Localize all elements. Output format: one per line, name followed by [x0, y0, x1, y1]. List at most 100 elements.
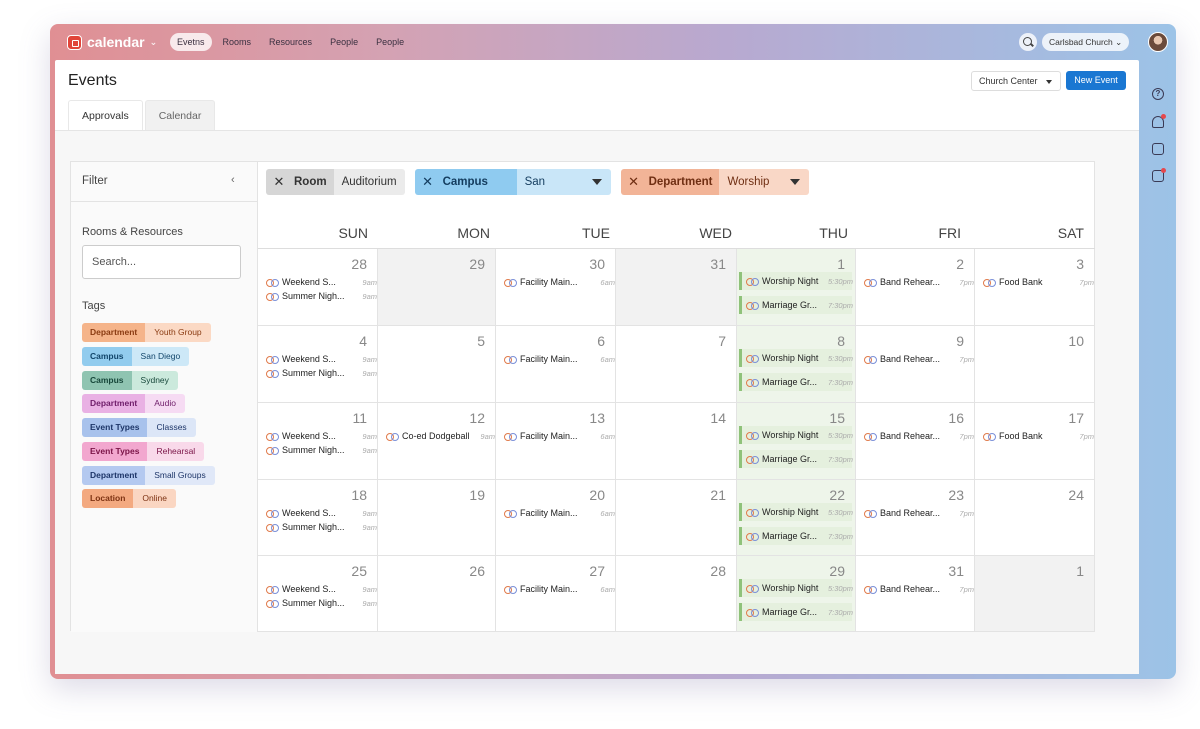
chip-campus-san-diego[interactable]: ✕ Campus San Diego	[414, 169, 611, 195]
org-switcher[interactable]: Carlsbad Church ⌄	[1042, 33, 1130, 51]
day-cell-tue[interactable]: 30 Facility Main... 6am	[496, 249, 616, 326]
day-cell-sat[interactable]: 17 Food Bank 7pm	[975, 403, 1095, 480]
event-band[interactable]: Band Rehear... 7pm	[864, 430, 974, 442]
day-cell-thu[interactable]: 29 Worship Night 5:30pm Marriage Gr... 7:30p…	[737, 556, 856, 632]
event-weekend[interactable]: Weekend S... 9am	[266, 430, 377, 442]
event-marriage[interactable]: Marriage Gr... 7:30pm	[739, 450, 853, 468]
search-input[interactable]: Search...	[82, 245, 241, 279]
day-cell-tue[interactable]: 27 Facility Main... 6am	[496, 556, 616, 632]
day-cell-sat[interactable]: 3 Food Bank 7pm	[975, 249, 1095, 326]
day-cell-sun[interactable]: 4 Weekend S... 9am Summer Nigh... 9am	[258, 326, 378, 403]
event-worship[interactable]: Worship Night 5:30pm	[739, 579, 853, 597]
event-summer[interactable]: Summer Nigh... 9am	[266, 521, 377, 533]
tag-event-types-classes[interactable]: Event Types Classes	[82, 418, 196, 437]
event-food[interactable]: Food Bank 7pm	[983, 430, 1094, 442]
day-cell-fri[interactable]: 23 Band Rehear... 7pm	[856, 480, 975, 556]
event-marriage[interactable]: Marriage Gr... 7:30pm	[739, 296, 853, 314]
event-summer[interactable]: Summer Nigh... 9am	[266, 444, 377, 456]
event-weekend[interactable]: Weekend S... 9am	[266, 353, 377, 365]
event-weekend[interactable]: Weekend S... 9am	[266, 583, 377, 595]
day-cell-mon[interactable]: 29	[378, 249, 496, 326]
tab-approvals[interactable]: Approvals	[68, 100, 143, 130]
tag-location-online[interactable]: Location Online	[82, 489, 176, 508]
tag-department-audio[interactable]: Department Audio	[82, 394, 185, 413]
help-icon[interactable]: ?	[1152, 88, 1164, 100]
event-facility[interactable]: Facility Main... 6am	[504, 507, 615, 519]
day-cell-mon[interactable]: 26	[378, 556, 496, 632]
event-facility[interactable]: Facility Main... 6am	[504, 430, 615, 442]
event-weekend[interactable]: Weekend S... 9am	[266, 276, 377, 288]
event-marriage[interactable]: Marriage Gr... 7:30pm	[739, 603, 853, 621]
church-center-dropdown[interactable]: Church Center	[971, 71, 1061, 91]
day-cell-thu[interactable]: 8 Worship Night 5:30pm Marriage Gr... 7:30pm	[737, 326, 856, 403]
app-logo[interactable]: calendar ⌄	[67, 34, 157, 50]
day-cell-tue[interactable]: 6 Facility Main... 6am	[496, 326, 616, 403]
day-cell-sun[interactable]: 25 Weekend S... 9am Summer Nigh... 9am	[258, 556, 378, 632]
event-worship[interactable]: Worship Night 5:30pm	[739, 503, 853, 521]
event-worship[interactable]: Worship Night 5:30pm	[739, 272, 853, 290]
event-weekend[interactable]: Weekend S... 9am	[266, 507, 377, 519]
tag-department-youth-group[interactable]: Department Youth Group	[82, 323, 211, 342]
tag-campus-san-diego[interactable]: Campus San Diego	[82, 347, 190, 366]
chip-room-auditorium[interactable]: ✕ Room Auditorium	[266, 169, 405, 195]
day-cell-sun[interactable]: 28 Weekend S... 9am Summer Nigh... 9am	[258, 249, 378, 326]
day-cell-sun[interactable]: 11 Weekend S... 9am Summer Nigh... 9am	[258, 403, 378, 480]
tag-event-types-rehearsal[interactable]: Event Types Rehearsal	[82, 442, 205, 461]
tab-calendar[interactable]: Calendar	[144, 100, 216, 130]
nav-item-people[interactable]: People	[323, 33, 365, 51]
day-cell-fri[interactable]: 9 Band Rehear... 7pm	[856, 326, 975, 403]
day-cell-thu[interactable]: 1 Worship Night 5:30pm Marriage Gr... 7:30pm	[737, 249, 856, 326]
close-icon[interactable]: ✕	[266, 169, 292, 195]
event-band[interactable]: Band Rehear... 7pm	[864, 353, 974, 365]
day-cell-wed[interactable]: 7	[616, 326, 737, 403]
day-cell-sat[interactable]: 24	[975, 480, 1095, 556]
day-cell-wed[interactable]: 14	[616, 403, 737, 480]
event-summer[interactable]: Summer Nigh... 9am	[266, 367, 377, 379]
day-cell-thu[interactable]: 22 Worship Night 5:30pm Marriage Gr... 7:30p…	[737, 480, 856, 556]
nav-item-resources[interactable]: Resources	[262, 33, 319, 51]
nav-item-events[interactable]: Evetns	[170, 33, 212, 51]
event-worship[interactable]: Worship Night 5:30pm	[739, 426, 853, 444]
chevron-down-icon[interactable]	[781, 169, 810, 195]
event-facility[interactable]: Facility Main... 6am	[504, 353, 615, 365]
chat-icon[interactable]	[1152, 168, 1166, 182]
event-marriage[interactable]: Marriage Gr... 7:30pm	[739, 373, 853, 391]
day-cell-fri[interactable]: 16 Band Rehear... 7pm	[856, 403, 975, 480]
day-cell-thu[interactable]: 15 Worship Night 5:30pm Marriage Gr... 7:30p…	[737, 403, 856, 480]
nav-item-people-2[interactable]: People	[369, 33, 411, 51]
collapse-chevron-icon[interactable]: ‹	[231, 174, 235, 186]
bell-icon[interactable]	[1152, 114, 1166, 128]
avatar[interactable]	[1148, 32, 1168, 52]
event-summer[interactable]: Summer Nigh... 9am	[266, 597, 377, 609]
day-cell-mon[interactable]: 12 Co-ed Dodgeball 9am	[378, 403, 496, 480]
day-cell-mon[interactable]: 5	[378, 326, 496, 403]
search-icon[interactable]	[1019, 33, 1037, 51]
chevron-down-icon[interactable]	[582, 169, 611, 195]
tag-department-small-groups[interactable]: Department Small Groups	[82, 466, 215, 485]
day-cell-tue[interactable]: 13 Facility Main... 6am	[496, 403, 616, 480]
chip-department-worship[interactable]: ✕ Department Worship	[620, 169, 810, 195]
day-cell-wed[interactable]: 31	[616, 249, 737, 326]
day-cell-tue[interactable]: 20 Facility Main... 6am	[496, 480, 616, 556]
event-band[interactable]: Band Rehear... 7pm	[864, 276, 974, 288]
event-dodgeball[interactable]: Co-ed Dodgeball 9am	[386, 430, 495, 442]
event-band[interactable]: Band Rehear... 7pm	[864, 583, 974, 595]
event-food[interactable]: Food Bank 7pm	[983, 276, 1094, 288]
event-band[interactable]: Band Rehear... 7pm	[864, 507, 974, 519]
event-facility[interactable]: Facility Main... 6am	[504, 276, 615, 288]
day-cell-sat[interactable]: 1	[975, 556, 1095, 632]
event-marriage[interactable]: Marriage Gr... 7:30pm	[739, 527, 853, 545]
tag-campus-sydney[interactable]: Campus Sydney	[82, 371, 178, 390]
clipboard-check-icon[interactable]	[1152, 143, 1164, 155]
event-worship[interactable]: Worship Night 5:30pm	[739, 349, 853, 367]
nav-item-rooms[interactable]: Rooms	[216, 33, 259, 51]
day-cell-wed[interactable]: 28	[616, 556, 737, 632]
close-icon[interactable]: ✕	[414, 169, 441, 195]
new-event-button[interactable]: New Event	[1066, 71, 1126, 90]
day-cell-fri[interactable]: 31 Band Rehear... 7pm	[856, 556, 975, 632]
close-icon[interactable]: ✕	[620, 169, 647, 195]
day-cell-mon[interactable]: 19	[378, 480, 496, 556]
event-facility[interactable]: Facility Main... 6am	[504, 583, 615, 595]
day-cell-fri[interactable]: 2 Band Rehear... 7pm	[856, 249, 975, 326]
day-cell-wed[interactable]: 21	[616, 480, 737, 556]
